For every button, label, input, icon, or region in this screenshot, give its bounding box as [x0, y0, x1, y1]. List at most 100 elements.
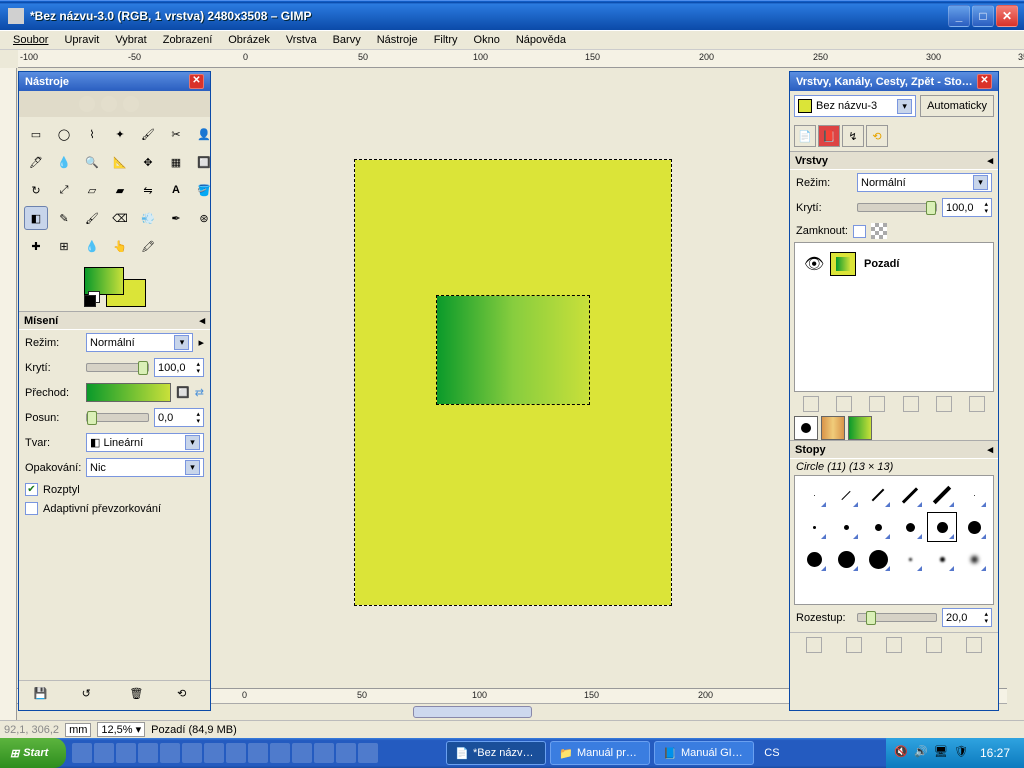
gradient-swap-icon[interactable]: 🔲	[176, 386, 190, 399]
layer-opacity-spin[interactable]: 100,0▴▾	[942, 198, 992, 217]
layer-mode-combo[interactable]: Normální▾	[857, 173, 992, 192]
tool-airbrush[interactable]: 💨	[136, 206, 160, 230]
brush-tab-brushes[interactable]	[794, 416, 818, 440]
tool-pencil[interactable]: ✎	[52, 206, 76, 230]
offset-spin[interactable]: 0,0▴▾	[154, 408, 204, 427]
layers-close-icon[interactable]: ✕	[977, 74, 992, 89]
new-brush-icon[interactable]	[846, 637, 862, 653]
new-layer-icon[interactable]	[803, 396, 819, 412]
visibility-eye-icon[interactable]: 👁	[804, 254, 822, 274]
ql-icon[interactable]	[116, 743, 136, 763]
tool-blur[interactable]: 💧	[80, 234, 104, 258]
task-button[interactable]: 📘 Manuál GI…	[654, 741, 754, 765]
delete-layer-icon[interactable]	[969, 396, 985, 412]
duplicate-brush-icon[interactable]	[886, 637, 902, 653]
tool-ink[interactable]: ✒	[164, 206, 188, 230]
ql-icon[interactable]	[160, 743, 180, 763]
tool-fuzzy-select[interactable]: ✦	[108, 122, 132, 146]
edit-brush-icon[interactable]	[806, 637, 822, 653]
opacity-slider[interactable]	[86, 363, 149, 372]
spacing-spin[interactable]: 20,0▴▾	[942, 608, 992, 627]
tool-lasso[interactable]: ⌇	[80, 122, 104, 146]
ql-icon[interactable]	[72, 743, 92, 763]
shape-combo[interactable]: ◧ Lineární▾	[86, 433, 204, 452]
tool-eraser[interactable]: ⌫	[108, 206, 132, 230]
tool-ellipse-select[interactable]: ◯	[52, 122, 76, 146]
swap-colors-icon[interactable]	[84, 295, 96, 307]
minimize-button[interactable]: _	[948, 5, 970, 27]
tool-heal[interactable]: ✚	[24, 234, 48, 258]
tool-dodge[interactable]: 🖍	[136, 234, 160, 258]
tool-color-select[interactable]: 🖌	[136, 122, 160, 146]
tray-icon[interactable]: 🛡	[954, 745, 970, 761]
ql-icon[interactable]	[358, 743, 378, 763]
duplicate-layer-icon[interactable]	[903, 396, 919, 412]
tool-flip[interactable]: ⇋	[136, 178, 160, 202]
refresh-brush-icon[interactable]	[966, 637, 982, 653]
gradient-picker[interactable]	[86, 383, 171, 402]
lock-pixels-check[interactable]	[853, 225, 866, 238]
menu-window[interactable]: Okno	[466, 33, 508, 47]
color-swatch[interactable]	[84, 267, 146, 307]
dither-check[interactable]: ✔Rozptyl	[19, 480, 210, 499]
ql-icon[interactable]	[94, 743, 114, 763]
layer-opacity-slider[interactable]	[857, 203, 937, 212]
gradient-reverse-icon[interactable]: ⇄	[195, 386, 204, 399]
maximize-button[interactable]: □	[972, 5, 994, 27]
tool-rotate[interactable]: ↻	[24, 178, 48, 202]
auto-button[interactable]: Automaticky	[920, 95, 994, 117]
tool-perspective-clone[interactable]: ⊞	[52, 234, 76, 258]
ql-icon[interactable]	[248, 743, 268, 763]
ql-icon[interactable]	[226, 743, 246, 763]
repeat-combo[interactable]: Nic▾	[86, 458, 204, 477]
toolbox-close-icon[interactable]: ✕	[189, 74, 204, 89]
tool-color-picker[interactable]: 💧	[52, 150, 76, 174]
menu-filters[interactable]: Filtry	[426, 33, 466, 47]
ql-icon[interactable]	[182, 743, 202, 763]
tool-shear[interactable]: ▱	[80, 178, 104, 202]
menu-help[interactable]: Nápověda	[508, 33, 574, 47]
ql-icon[interactable]	[314, 743, 334, 763]
anchor-layer-icon[interactable]	[936, 396, 952, 412]
menu-select[interactable]: Vybrat	[107, 33, 154, 47]
status-unit[interactable]: mm	[65, 723, 91, 737]
menu-layer[interactable]: Vrstva	[278, 33, 325, 47]
tool-scale[interactable]: ⤢	[52, 178, 76, 202]
menu-edit[interactable]: Upravit	[56, 33, 107, 47]
tab-layers[interactable]: 📄	[794, 125, 816, 147]
tool-measure[interactable]: 📐	[108, 150, 132, 174]
ql-icon[interactable]	[270, 743, 290, 763]
close-button[interactable]: ✕	[996, 5, 1018, 27]
collapse-arrow-icon[interactable]: ◂	[199, 314, 205, 327]
status-zoom[interactable]: 12,5% ▾	[97, 722, 145, 737]
tool-move[interactable]: ✥	[136, 150, 160, 174]
offset-slider[interactable]	[86, 413, 149, 422]
tool-smudge[interactable]: 👆	[108, 234, 132, 258]
layer-list[interactable]: 👁 Pozadí	[794, 242, 994, 392]
ql-icon[interactable]	[336, 743, 356, 763]
collapse-arrow-icon[interactable]: ◂	[987, 154, 993, 167]
tool-paths[interactable]: 🖊	[24, 150, 48, 174]
task-button[interactable]: 📄 *Bez názv…	[446, 741, 546, 765]
tool-paintbrush[interactable]: 🖌	[80, 206, 104, 230]
document-select[interactable]: Bez názvu-3 ▾	[794, 95, 916, 117]
start-button[interactable]: ⊞ Start	[0, 738, 66, 768]
menu-colors[interactable]: Barvy	[325, 33, 369, 47]
ql-icon[interactable]	[204, 743, 224, 763]
menu-file[interactable]: Soubor	[5, 33, 56, 47]
spacing-slider[interactable]	[857, 613, 937, 622]
adaptive-check[interactable]: Adaptivní převzorkování	[19, 499, 210, 518]
tool-text[interactable]: A	[164, 178, 188, 202]
collapse-arrow-icon[interactable]: ◂	[987, 443, 993, 456]
brush-grid[interactable]	[794, 475, 994, 605]
tray-icon[interactable]: 🔇	[894, 745, 910, 761]
tool-blend[interactable]: ◧	[24, 206, 48, 230]
tool-clone[interactable]: ⊛	[192, 206, 216, 230]
lock-alpha-icon[interactable]	[871, 223, 887, 239]
language-indicator[interactable]: CS	[756, 747, 787, 759]
tab-channels[interactable]: 📕	[818, 125, 840, 147]
menu-view[interactable]: Zobrazení	[155, 33, 221, 47]
brush-tab-patterns[interactable]	[821, 416, 845, 440]
delete-brush-icon[interactable]	[926, 637, 942, 653]
layer-row[interactable]: 👁 Pozadí	[801, 249, 987, 279]
